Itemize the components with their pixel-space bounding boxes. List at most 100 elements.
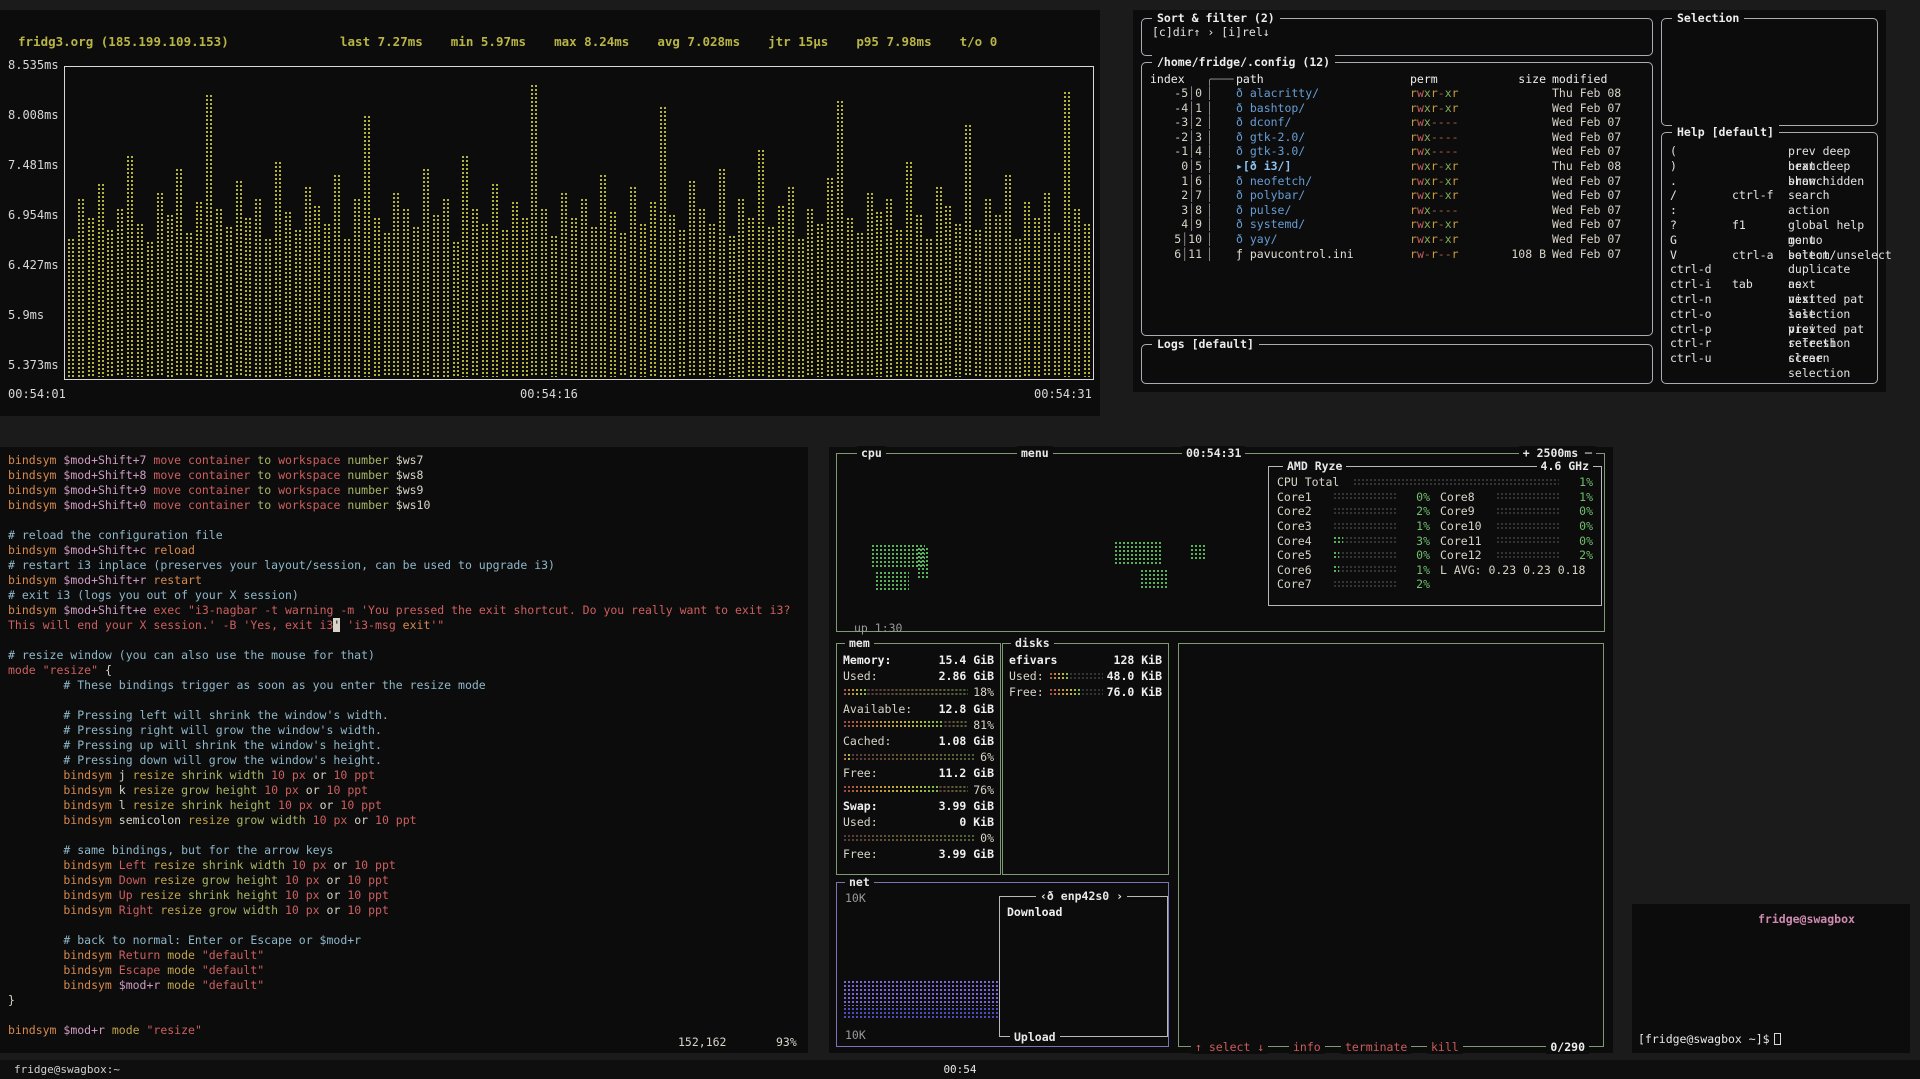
y-tick: 5.9ms [8, 308, 44, 322]
code-line: bindsym Right resize grow width 10 px or… [8, 903, 790, 918]
code-line: bindsym j resize shrink width 10 px or 1… [8, 768, 790, 783]
code-line: # Pressing right will grow the window's … [8, 723, 790, 738]
code-line: bindsym $mod+r mode "default" [8, 978, 790, 993]
info-control[interactable]: info [1289, 1040, 1325, 1054]
sort-filter-title: Sort & filter (2) [1152, 11, 1280, 25]
code-line [8, 1008, 790, 1023]
file-row[interactable]: 0│5│▸[ð i3/]rwxr-xrThu Feb 08 [1142, 159, 1652, 174]
help-row[interactable]: .show hidden [1662, 174, 1877, 189]
help-title: Help [default] [1672, 125, 1779, 139]
neofetch-window[interactable]: fridge@swagbox [fridge@swagbox ~]$ [1632, 904, 1910, 1053]
code-line: # These bindings trigger as soon as you … [8, 678, 790, 693]
help-row[interactable]: ctrl-olast visited pat [1662, 307, 1877, 322]
code-line [8, 633, 790, 648]
cpu-panel: cpu menu 00:54:31 + 2500ms ─ up 1:30 AMD… [836, 453, 1605, 632]
core-row: Core90% [1440, 504, 1593, 519]
net-axis-top: 10K [845, 891, 866, 905]
cpu-history-graph [854, 467, 1274, 627]
terminate-control[interactable]: terminate [1341, 1040, 1411, 1054]
y-tick: 8.535ms [8, 58, 59, 72]
code-line: # back to normal: Enter or Escape or $mo… [8, 933, 790, 948]
help-row[interactable]: (prev deep branch [1662, 144, 1877, 159]
x-tick: 00:54:16 [520, 387, 578, 401]
help-list: (prev deep branch)next deep branch.show … [1662, 144, 1877, 366]
core-row: Core50% [1277, 548, 1430, 563]
file-row[interactable]: 1│6│ ð neofetch/rwxr-xrWed Feb 07 [1142, 174, 1652, 189]
status-bar: fridge@swagbox:~ 00:54 [0, 1060, 1920, 1079]
code-line: # same bindings, but for the arrow keys [8, 843, 790, 858]
help-panel: Help [default] (prev deep branch)next de… [1661, 132, 1878, 384]
current-path-title: /home/fridge/.config (12) [1152, 55, 1335, 69]
code-line: bindsym l resize shrink height 10 px or … [8, 798, 790, 813]
help-row[interactable]: ctrl-uclear selection [1662, 351, 1877, 366]
code-line: # exit i3 (logs you out of your X sessio… [8, 588, 790, 603]
file-row[interactable]: -5│0│ ð alacritty/rwxr-xrThu Feb 08 [1142, 86, 1652, 101]
tab-cpu[interactable]: cpu [857, 446, 886, 460]
help-row[interactable]: ctrl-itabnext visited pat [1662, 277, 1877, 292]
network-title: net [845, 875, 874, 889]
code-line: bindsym $mod+Shift+9 move container to w… [8, 483, 790, 498]
vim-cursor-position: 152,162 [678, 1035, 726, 1049]
net-axis-bottom: 10K [845, 1028, 866, 1042]
memory-stats: Memory:15.4 GiBUsed:2.86 GiB18%Available… [837, 652, 1000, 862]
help-row[interactable]: ctrl-dduplicate as [1662, 262, 1877, 277]
net-interface-selector[interactable]: ‹ð enp42s0 › [1036, 889, 1127, 903]
file-row[interactable]: -4│1│ ð bashtop/rwxr-xrWed Feb 07 [1142, 101, 1652, 116]
x-tick: 00:54:01 [8, 387, 66, 401]
memory-title: mem [845, 636, 874, 650]
code-line: # reload the configuration file [8, 528, 790, 543]
process-count: 0/290 [1546, 1040, 1589, 1054]
core-row: Core61% [1277, 563, 1430, 578]
core-row: Core10% [1277, 490, 1430, 505]
processes-panel: ↑ select ↓ info terminate kill 0/290 [1178, 643, 1604, 1047]
help-row[interactable]: ctrl-nnext selection [1662, 292, 1877, 307]
cpu-model-title: AMD Ryze [1283, 459, 1346, 473]
core-row: Core72% [1277, 577, 1430, 592]
help-row[interactable]: Vctrl-aselect/unselect [1662, 248, 1877, 263]
help-row[interactable]: )next deep branch [1662, 159, 1877, 174]
help-row[interactable]: :action [1662, 203, 1877, 218]
y-tick: 8.008ms [8, 108, 59, 122]
system-monitor-window: cpu menu 00:54:31 + 2500ms ─ up 1:30 AMD… [829, 447, 1613, 1053]
code-line: mode "resize" { [8, 663, 790, 678]
vim-buffer: bindsym $mod+Shift+7 move container to w… [8, 453, 790, 1038]
upload-title: Upload [1010, 1030, 1060, 1044]
file-row[interactable]: -2│3│ ð gtk-2.0/rwx----Wed Feb 07 [1142, 130, 1652, 145]
clock: 00:54 [0, 1063, 1920, 1076]
code-line: bindsym semicolon resize grow width 10 p… [8, 813, 790, 828]
disk-stats: efivars128 KiBUsed:48.0 KiBFree:76.0 KiB [1003, 652, 1168, 715]
help-row[interactable]: ctrl-pprev selection [1662, 322, 1877, 337]
help-row[interactable]: ctrl-rrefresh screen [1662, 336, 1877, 351]
refresh-interval-control[interactable]: + 2500ms ─ [1519, 446, 1596, 460]
vim-window[interactable]: bindsym $mod+Shift+7 move container to w… [0, 447, 808, 1053]
process-table-header [1179, 652, 1603, 668]
file-row[interactable]: -1│4│ ð gtk-3.0/rwx----Wed Feb 07 [1142, 144, 1652, 159]
file-row[interactable]: 6│11│ ƒ pavucontrol.inirw-r--r108 BWed F… [1142, 247, 1652, 262]
code-line: # restart i3 inplace (preserves your lay… [8, 558, 790, 573]
file-list: -5│0│ ð alacritty/rwxr-xrThu Feb 08-4│1│… [1142, 86, 1652, 261]
select-control[interactable]: ↑ select ↓ [1191, 1040, 1268, 1054]
network-panel: net 10K 10K ‹ð enp42s0 › Download Upload [836, 882, 1169, 1047]
selection-title: Selection [1672, 11, 1744, 25]
kill-control[interactable]: kill [1427, 1040, 1463, 1054]
monitor-clock: 00:54:31 [1182, 446, 1245, 460]
file-row[interactable]: -3│2│ ð dconf/rwx----Wed Feb 07 [1142, 115, 1652, 130]
help-row[interactable]: ?f1global help menu [1662, 218, 1877, 233]
help-row[interactable]: Ggo to bottom [1662, 233, 1877, 248]
sort-filter-value[interactable]: [c]dir↑ › [i]rel↓ [1152, 25, 1270, 39]
tab-menu[interactable]: menu [1017, 446, 1053, 460]
shell-prompt[interactable]: [fridge@swagbox ~]$ [1638, 1032, 1781, 1046]
help-row[interactable]: /ctrl-fsearch [1662, 188, 1877, 203]
cpu-cores-box: AMD Ryze 4.6 GHz CPU Total 1% Core10%Cor… [1268, 466, 1602, 606]
code-line: bindsym Up resize shrink height 10 px or… [8, 888, 790, 903]
file-row[interactable]: 4│9│ ð systemd/rwxr-xrWed Feb 07 [1142, 217, 1652, 232]
ping-graph [67, 69, 1091, 377]
file-row[interactable]: 2│7│ ð polybar/rwxr-xrWed Feb 07 [1142, 188, 1652, 203]
code-line: bindsym $mod+Shift+7 move container to w… [8, 453, 790, 468]
file-row[interactable]: 5│10│ ð yay/rwxr-xrWed Feb 07 [1142, 232, 1652, 247]
logs-panel: Logs [default] [1141, 344, 1653, 384]
file-row[interactable]: 3│8│ ð pulse/rwx----Wed Feb 07 [1142, 203, 1652, 218]
code-line: bindsym $mod+r mode "resize" [8, 1023, 790, 1038]
core-row: Core81% [1440, 490, 1593, 505]
xplr-window: Sort & filter (2) [c]dir↑ › [i]rel↓ /hom… [1133, 10, 1886, 392]
